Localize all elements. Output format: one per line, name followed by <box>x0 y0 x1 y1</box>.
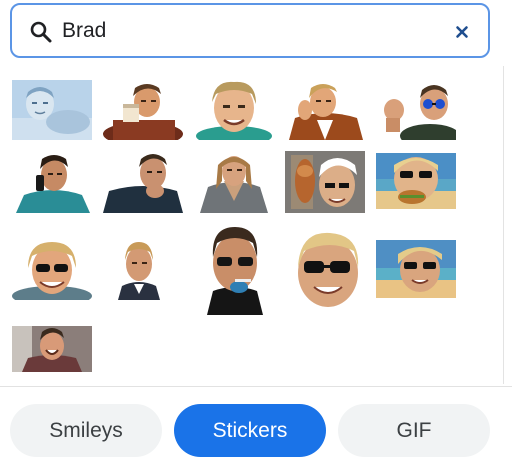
sticker-portrait-headshot[interactable] <box>114 238 164 300</box>
search-query-text[interactable]: Brad <box>62 18 106 44</box>
sticker-pale-blue-lying[interactable] <box>12 80 92 140</box>
bottom-tab-bar: Smileys Stickers GIF <box>0 386 512 467</box>
search-input[interactable]: Brad <box>10 3 490 58</box>
sticker-laughing-man[interactable] <box>12 326 92 372</box>
sticker-beach-sunglasses[interactable] <box>376 240 456 298</box>
sticker-hand-on-chin[interactable] <box>103 151 183 213</box>
sticker-long-hair-warrior[interactable] <box>194 151 274 213</box>
sticker-smiling-face[interactable] <box>194 78 274 140</box>
sticker-phone-call[interactable] <box>14 151 92 213</box>
tab-gif-label: GIF <box>396 418 432 442</box>
sticker-sunglasses-grin[interactable] <box>12 238 92 300</box>
search-icon <box>29 20 53 44</box>
tab-smileys-label: Smileys <box>49 418 123 442</box>
sticker-smoking-sunglasses[interactable] <box>199 223 271 315</box>
tab-gif[interactable]: GIF <box>338 404 490 457</box>
close-icon[interactable] <box>453 23 471 41</box>
tab-stickers-label: Stickers <box>212 418 288 442</box>
sticker-drinking-cup[interactable] <box>103 80 183 140</box>
sticker-big-head-sunglasses[interactable] <box>294 227 362 311</box>
scrollbar[interactable] <box>503 66 504 384</box>
sticker-doner-kebab[interactable] <box>285 151 365 213</box>
sticker-fist-sunglasses[interactable] <box>376 80 456 140</box>
sticker-beach-sunglasses-burger[interactable] <box>376 153 456 209</box>
sticker-suit-resting-chin[interactable] <box>285 80 365 140</box>
tab-stickers[interactable]: Stickers <box>174 404 326 457</box>
tab-smileys[interactable]: Smileys <box>10 404 162 457</box>
